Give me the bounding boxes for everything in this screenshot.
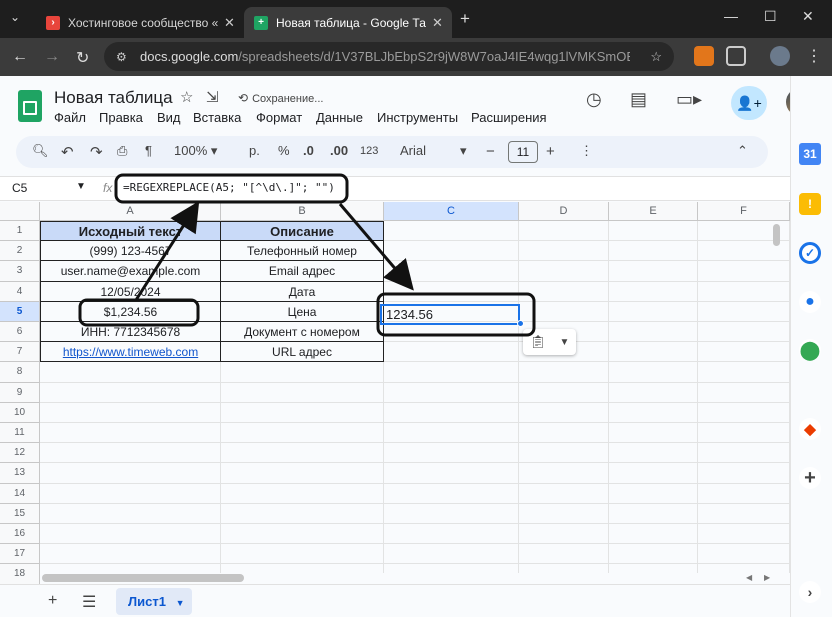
result-highlight-box [376, 292, 536, 337]
arrow-formula-to-result [338, 203, 414, 291]
source-highlight-box [78, 298, 200, 327]
arrow-source-to-formula [134, 200, 200, 301]
formula-highlight-box [114, 173, 349, 204]
annotation-overlay [78, 173, 536, 337]
